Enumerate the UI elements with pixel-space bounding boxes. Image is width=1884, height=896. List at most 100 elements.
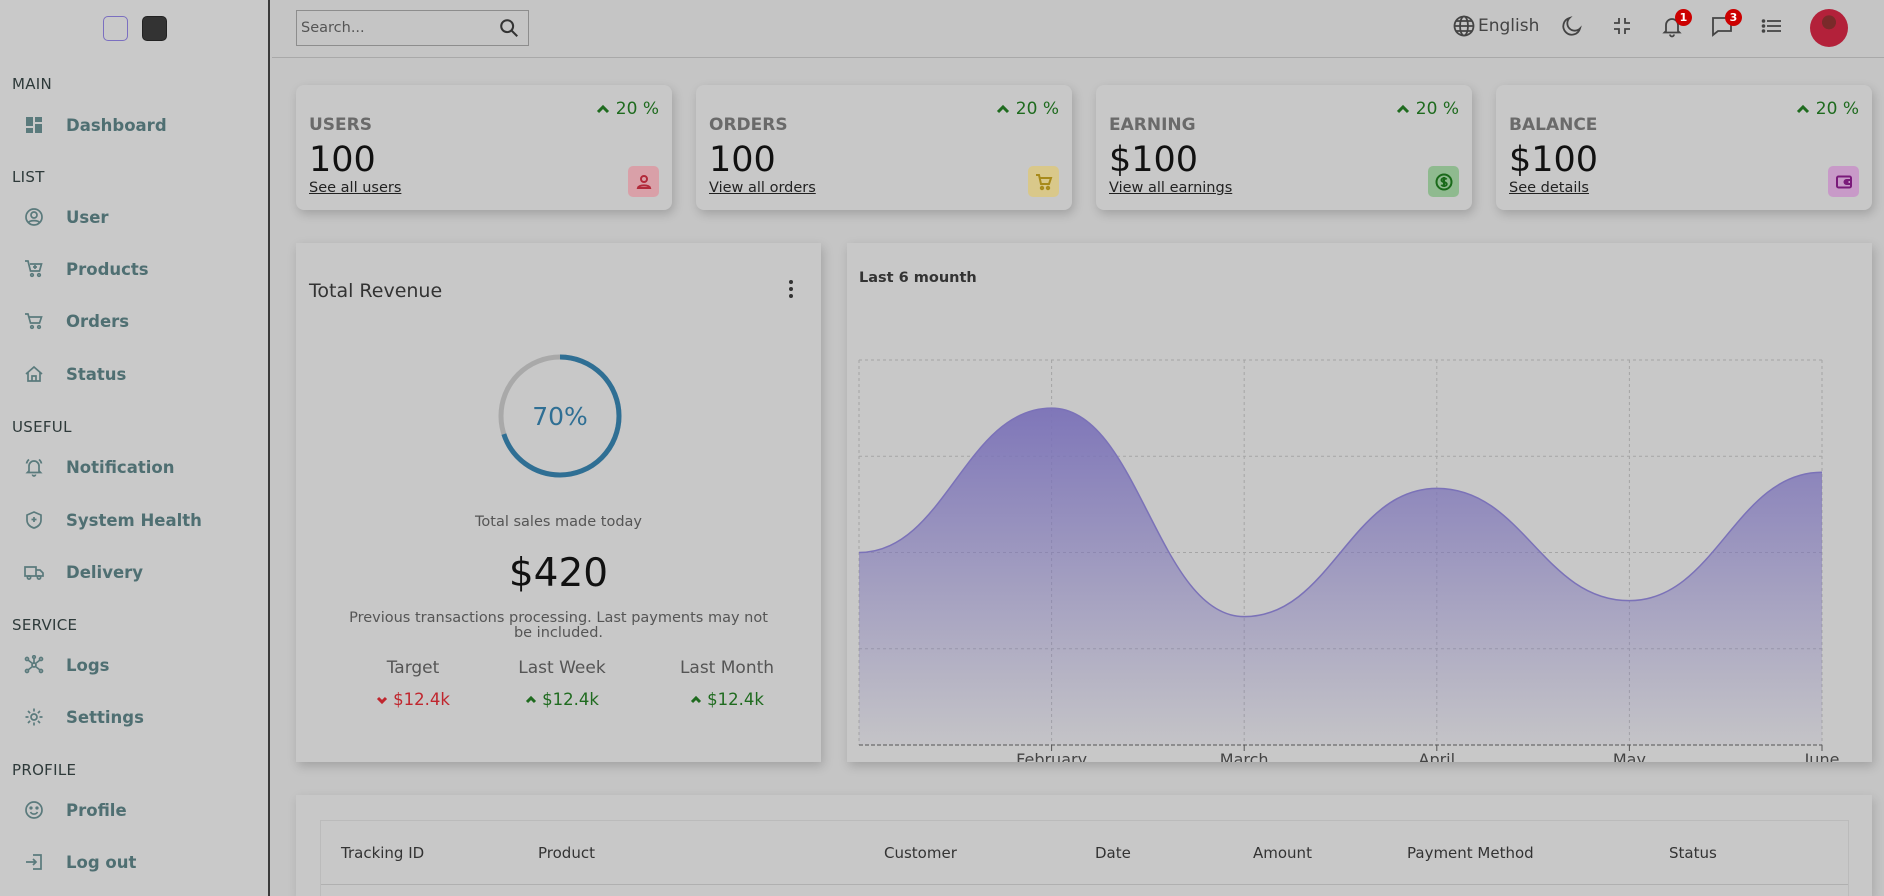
language-selector[interactable]: English bbox=[1452, 14, 1539, 38]
sidebar-item-products[interactable]: Products bbox=[24, 259, 149, 279]
chevron-up-icon bbox=[596, 104, 609, 114]
stat-label: Target bbox=[386, 658, 440, 678]
sidebar-item-label: Logs bbox=[66, 655, 110, 675]
transactions-table-card: Tracking ID Product Customer Date Amount… bbox=[296, 795, 1872, 896]
widget-percentage: 20 % bbox=[1796, 99, 1859, 119]
notifications-button[interactable]: 1 bbox=[1660, 9, 1692, 38]
area-chart: February March April May June bbox=[858, 359, 1839, 762]
chevron-up-icon bbox=[1796, 104, 1809, 114]
fullscreen-toggle[interactable] bbox=[1610, 14, 1634, 38]
table-header: Tracking ID Product Customer Date Amount… bbox=[321, 821, 1848, 885]
bell-icon bbox=[25, 458, 43, 477]
sidebar-item-notification[interactable]: Notification bbox=[24, 457, 174, 477]
network-icon bbox=[24, 655, 44, 674]
language-label: English bbox=[1478, 16, 1540, 36]
home-icon bbox=[25, 365, 43, 382]
gear-icon bbox=[25, 708, 43, 726]
chevron-up-icon bbox=[996, 104, 1009, 114]
cart-icon bbox=[1028, 166, 1059, 197]
widget-title: BALANCE bbox=[1509, 115, 1598, 135]
x-tick-label: March bbox=[1220, 750, 1269, 762]
widget-users: USERS 100 See all users 20 % bbox=[296, 85, 672, 210]
cart-add-icon bbox=[25, 260, 43, 278]
sidebar-item-user[interactable]: User bbox=[24, 207, 109, 227]
widget-title: EARNING bbox=[1109, 115, 1196, 135]
column-header-tracking-id[interactable]: Tracking ID bbox=[341, 844, 424, 862]
sidebar-section-useful: USEFUL bbox=[12, 418, 72, 436]
truck-icon bbox=[24, 566, 44, 580]
view-all-earnings-link[interactable]: View all earnings bbox=[1109, 180, 1232, 196]
messages-button[interactable]: 3 bbox=[1710, 9, 1742, 38]
sidebar-item-profile[interactable]: Profile bbox=[24, 800, 127, 820]
sidebar-item-system-health[interactable]: System Health bbox=[24, 510, 202, 530]
sidebar-section-main: MAIN bbox=[12, 75, 53, 93]
sidebar-section-list: LIST bbox=[12, 168, 45, 186]
stat-label: Last Week bbox=[518, 658, 606, 678]
light-theme-button[interactable] bbox=[103, 16, 128, 41]
column-header-date[interactable]: Date bbox=[1095, 844, 1131, 862]
stat-target: Target $12.4k bbox=[338, 658, 488, 709]
see-details-link[interactable]: See details bbox=[1509, 180, 1589, 196]
chevron-up-icon bbox=[1396, 104, 1409, 114]
x-tick-label: April bbox=[1419, 750, 1456, 762]
shield-icon bbox=[26, 511, 42, 529]
column-header-status[interactable]: Status bbox=[1669, 844, 1717, 862]
card-title: Total Revenue bbox=[309, 280, 443, 302]
list-button[interactable] bbox=[1760, 14, 1784, 38]
wallet-icon bbox=[1828, 166, 1859, 197]
avatar[interactable] bbox=[1810, 9, 1848, 47]
sidebar: MAIN Dashboard LIST User Products Orders… bbox=[0, 0, 270, 896]
x-tick-label: May bbox=[1613, 750, 1646, 762]
more-vertical-icon[interactable] bbox=[781, 277, 801, 301]
sidebar-item-orders[interactable]: Orders bbox=[24, 311, 129, 331]
logout-icon bbox=[26, 854, 42, 870]
chevron-up-icon bbox=[691, 695, 702, 703]
see-all-users-link[interactable]: See all users bbox=[309, 180, 401, 196]
widget-percentage: 20 % bbox=[1396, 99, 1459, 119]
theme-options bbox=[103, 16, 167, 41]
dark-theme-button[interactable] bbox=[142, 16, 167, 41]
sidebar-item-logs[interactable]: Logs bbox=[24, 655, 109, 675]
column-header-amount[interactable]: Amount bbox=[1253, 844, 1312, 862]
sidebar-item-label: Dashboard bbox=[66, 115, 167, 135]
view-all-orders-link[interactable]: View all orders bbox=[709, 180, 816, 196]
sidebar-item-delivery[interactable]: Delivery bbox=[24, 562, 143, 582]
search-box bbox=[296, 10, 529, 46]
widget-title: ORDERS bbox=[709, 115, 788, 135]
dark-mode-toggle[interactable] bbox=[1560, 14, 1584, 38]
sidebar-section-service: SERVICE bbox=[12, 616, 78, 634]
widget-value: $100 bbox=[1109, 140, 1199, 180]
widget-percentage: 20 % bbox=[596, 99, 659, 119]
widget-earning: EARNING $100 View all earnings 20 % bbox=[1096, 85, 1472, 210]
search-icon[interactable] bbox=[498, 17, 520, 39]
smile-icon bbox=[25, 801, 43, 819]
sidebar-item-status[interactable]: Status bbox=[24, 364, 126, 384]
chart-card: Last 6 mounth February March April May June bbox=[847, 243, 1872, 762]
messages-badge: 3 bbox=[1725, 9, 1742, 26]
area-fill bbox=[859, 408, 1822, 745]
sidebar-item-label: System Health bbox=[66, 510, 202, 530]
chevron-up-icon bbox=[526, 695, 537, 703]
sidebar-section-profile: PROFILE bbox=[12, 761, 77, 779]
stat-label: Last Month bbox=[679, 658, 775, 678]
sidebar-item-label: Delivery bbox=[66, 562, 144, 582]
search-input[interactable] bbox=[297, 11, 498, 45]
sidebar-item-dashboard[interactable]: Dashboard bbox=[24, 115, 167, 135]
sidebar-item-settings[interactable]: Settings bbox=[24, 707, 144, 727]
chevron-down-icon bbox=[377, 696, 388, 704]
stat-value: $12.4k bbox=[652, 690, 802, 709]
widget-title: USERS bbox=[309, 115, 372, 135]
column-header-payment-method[interactable]: Payment Method bbox=[1407, 844, 1534, 862]
stat-value: $12.4k bbox=[338, 690, 488, 709]
column-header-product[interactable]: Product bbox=[538, 844, 595, 862]
widget-value: 100 bbox=[709, 140, 776, 180]
widget-orders: ORDERS 100 View all orders 20 % bbox=[696, 85, 1072, 210]
widget-percentage: 20 % bbox=[996, 99, 1059, 119]
exit-fullscreen-icon bbox=[1614, 18, 1630, 34]
topbar: English 1 3 bbox=[272, 0, 1884, 58]
sidebar-item-label: Orders bbox=[66, 311, 130, 331]
column-header-customer[interactable]: Customer bbox=[884, 844, 957, 862]
user-icon bbox=[25, 208, 43, 226]
sidebar-item-log-out[interactable]: Log out bbox=[24, 852, 136, 872]
sidebar-item-label: Notification bbox=[66, 457, 175, 477]
